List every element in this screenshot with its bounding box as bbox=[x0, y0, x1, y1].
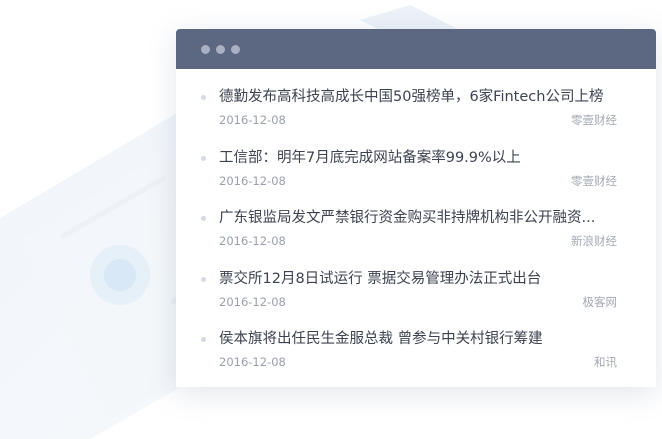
news-meta: 2016-12-08 新浪财经 bbox=[219, 233, 617, 249]
bullet-icon bbox=[201, 216, 206, 221]
news-date: 2016-12-08 bbox=[219, 173, 286, 188]
news-title-link[interactable]: 票交所12月8日试运行 票据交易管理办法正式出台 bbox=[219, 269, 617, 289]
close-dot-icon[interactable] bbox=[201, 44, 210, 54]
news-date: 2016-12-08 bbox=[219, 355, 286, 369]
bullet-icon bbox=[201, 337, 206, 342]
news-window: 德勤发布高科技高成长中国50强榜单，6家Fintech公司上榜 2016-12-… bbox=[176, 29, 656, 387]
bullet-icon bbox=[201, 155, 206, 161]
news-date: 2016-12-08 bbox=[219, 113, 286, 127]
news-title-link[interactable]: 德勤发布高科技高成长中国50强榜单，6家Fintech公司上榜 bbox=[219, 87, 617, 107]
news-source: 零壹财经 bbox=[571, 113, 617, 127]
news-date: 2016-12-08 bbox=[219, 294, 286, 309]
news-source: 和讯 bbox=[594, 355, 617, 369]
news-title-link[interactable]: 工信部：明年7月底完成网站备案率99.9%以上 bbox=[219, 148, 617, 168]
news-list: 德勤发布高科技高成长中国50强榜单，6家Fintech公司上榜 2016-12-… bbox=[176, 69, 656, 387]
news-item[interactable]: 广东银监局发文严禁银行资金购买非持牌机构非公开融资... 2016-12-08 … bbox=[176, 208, 656, 269]
news-title-link[interactable]: 广东银监局发文严禁银行资金购买非持牌机构非公开融资... bbox=[219, 208, 617, 228]
news-source: 零壹财经 bbox=[571, 173, 617, 188]
news-meta: 2016-12-08 和讯 bbox=[219, 354, 617, 370]
news-item[interactable]: 德勤发布高科技高成长中国50强榜单，6家Fintech公司上榜 2016-12-… bbox=[176, 87, 656, 148]
news-meta: 2016-12-08 极客网 bbox=[219, 294, 617, 310]
news-source: 极客网 bbox=[582, 294, 618, 309]
news-item[interactable]: 侯本旗将出任民生金服总裁 曾参与中关村银行筹建 2016-12-08 和讯 bbox=[176, 329, 656, 387]
news-title-link[interactable]: 侯本旗将出任民生金服总裁 曾参与中关村银行筹建 bbox=[219, 329, 617, 349]
window-titlebar bbox=[176, 29, 656, 69]
bullet-icon bbox=[201, 276, 206, 282]
news-item[interactable]: 票交所12月8日试运行 票据交易管理办法正式出台 2016-12-08 极客网 bbox=[176, 269, 656, 330]
minimize-dot-icon[interactable] bbox=[216, 44, 225, 54]
news-meta: 2016-12-08 零壹财经 bbox=[219, 112, 617, 128]
news-meta: 2016-12-08 零壹财经 bbox=[219, 173, 617, 189]
news-item[interactable]: 工信部：明年7月底完成网站备案率99.9%以上 2016-12-08 零壹财经 bbox=[176, 148, 656, 209]
maximize-dot-icon[interactable] bbox=[231, 44, 240, 54]
news-date: 2016-12-08 bbox=[219, 234, 286, 248]
news-source: 新浪财经 bbox=[571, 234, 617, 248]
bullet-icon bbox=[201, 95, 206, 100]
